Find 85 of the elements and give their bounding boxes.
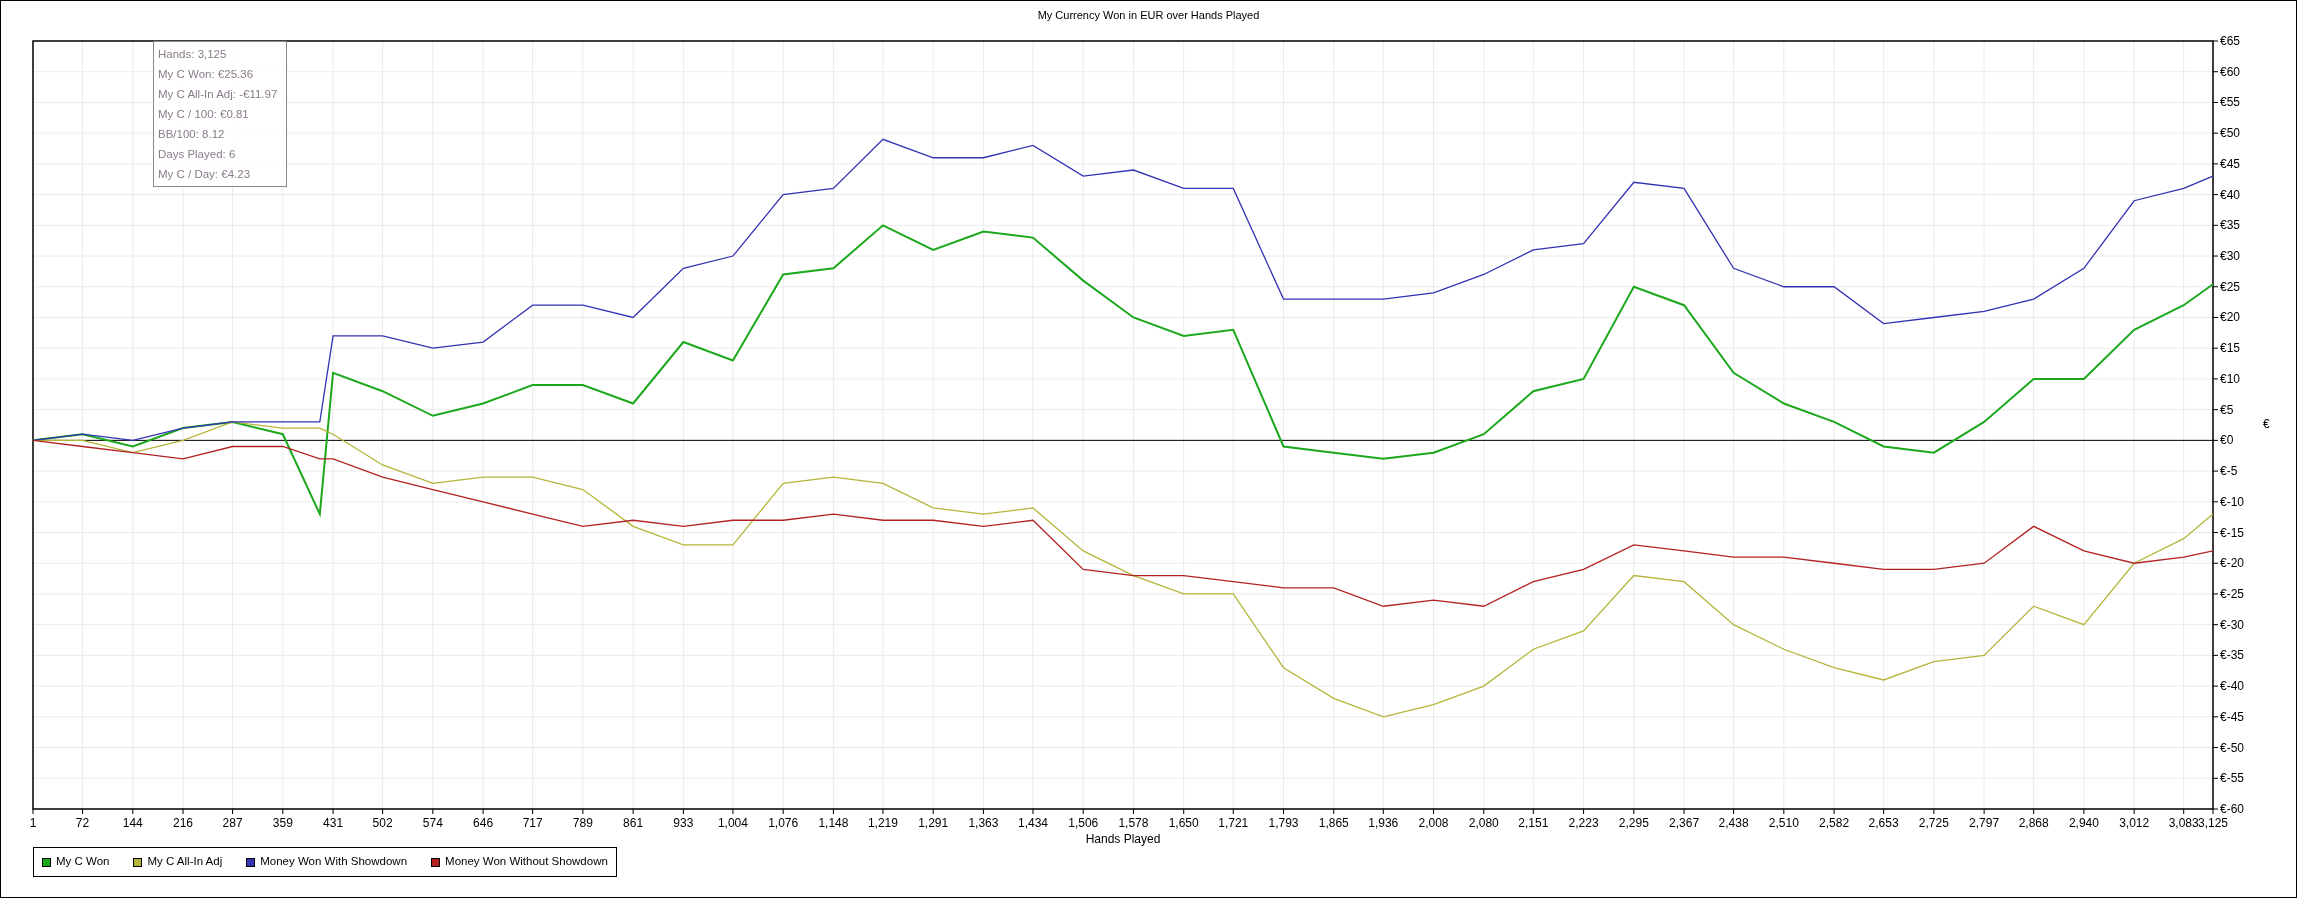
x-tick-label: 1,865 xyxy=(1318,816,1349,830)
tooltip-line: Hands: 3,125 xyxy=(158,47,228,62)
legend-label: My C Won xyxy=(56,854,110,870)
x-tick-label: 1,936 xyxy=(1368,816,1399,830)
x-tick-label: 1,721 xyxy=(1218,816,1249,830)
x-axis-title: Hands Played xyxy=(1085,832,1161,846)
x-tick-label: 1,219 xyxy=(867,816,898,830)
y-tick-label: €40 xyxy=(2220,187,2241,202)
x-tick-label: 502 xyxy=(372,816,393,830)
x-tick-label: 359 xyxy=(272,816,293,830)
x-tick-label: 1,004 xyxy=(717,816,748,830)
tooltip-line: BB/100: 8.12 xyxy=(158,127,226,142)
x-tick-label: 646 xyxy=(473,816,494,830)
x-tick-label: 789 xyxy=(572,816,593,830)
y-tick-label: €-25 xyxy=(2220,586,2245,601)
y-tick-label: €-15 xyxy=(2220,525,2245,540)
x-tick-label: 1,291 xyxy=(918,816,949,830)
x-tick-label: 1,650 xyxy=(1168,816,1199,830)
y-tick-label: €65 xyxy=(2220,34,2241,48)
y-tick-label: €15 xyxy=(2220,341,2241,356)
y-axis-title: € xyxy=(2263,417,2270,432)
x-tick-label: 3,083 xyxy=(2168,816,2199,830)
x-tick-label: 1,434 xyxy=(1017,816,1048,830)
y-tick-label: €-20 xyxy=(2220,556,2245,571)
x-tick-label: 2,797 xyxy=(1969,816,2000,830)
tooltip-line: My C / 100: €0.81 xyxy=(158,107,250,122)
x-tick-label: 2,080 xyxy=(1468,816,1499,830)
x-tick-label: 2,868 xyxy=(2018,816,2049,830)
x-tick-label: 1,506 xyxy=(1068,816,1099,830)
y-tick-label: €-60 xyxy=(2220,802,2245,816)
x-tick-label: 3,012 xyxy=(2119,816,2150,830)
y-tick-label: €30 xyxy=(2220,249,2241,264)
y-tick-label: €5 xyxy=(2220,402,2234,417)
x-tick-label: 1,363 xyxy=(968,816,999,830)
y-tick-label: €-50 xyxy=(2220,740,2245,755)
x-tick-label: 2,008 xyxy=(1418,816,1449,830)
y-tick-label: €35 xyxy=(2220,218,2241,233)
x-tick-label: 2,510 xyxy=(1768,816,1799,830)
legend-label: Money Won Without Showdown xyxy=(445,854,608,870)
x-tick-label: 2,725 xyxy=(1918,816,1949,830)
x-tick-label: 2,223 xyxy=(1568,816,1599,830)
legend-label: My C All-In Adj xyxy=(147,854,223,870)
x-tick-label: 1,148 xyxy=(818,816,849,830)
x-tick-label: 1 xyxy=(29,816,37,830)
x-tick-label: 431 xyxy=(323,816,344,830)
legend-label: Money Won With Showdown xyxy=(260,854,408,870)
x-tick-label: 574 xyxy=(422,816,443,830)
y-tick-label: €-30 xyxy=(2220,617,2245,632)
y-tick-label: €-45 xyxy=(2220,709,2245,724)
y-tick-label: €60 xyxy=(2220,64,2241,79)
x-tick-label: 717 xyxy=(522,816,543,830)
y-tick-label: €55 xyxy=(2220,95,2241,110)
x-tick-label: 2,367 xyxy=(1669,816,1700,830)
x-tick-label: 2,940 xyxy=(2068,816,2099,830)
x-tick-label: 1,076 xyxy=(768,816,799,830)
x-tick-label: 2,582 xyxy=(1819,816,1850,830)
y-tick-label: €10 xyxy=(2220,371,2241,386)
x-tick-label: 2,438 xyxy=(1718,816,1749,830)
x-tick-label: 861 xyxy=(623,816,644,830)
y-tick-label: €-10 xyxy=(2220,494,2245,509)
x-tick-label: 144 xyxy=(122,816,143,830)
y-tick-label: €0 xyxy=(2220,433,2234,448)
tooltip-line: My C Won: €25.36 xyxy=(158,67,255,82)
y-tick-label: €25 xyxy=(2220,279,2241,294)
x-tick-label: 3,125 xyxy=(2198,816,2228,830)
x-tick-label: 1,578 xyxy=(1118,816,1149,830)
tooltip-line: Days Played: 6 xyxy=(158,147,237,162)
tooltip-line: My C All-In Adj: -€11.97 xyxy=(158,87,279,102)
x-tick-label: 2,653 xyxy=(1868,816,1899,830)
x-tick-label: 72 xyxy=(75,816,90,830)
x-tick-label: 2,295 xyxy=(1618,816,1649,830)
x-tick-label: 1,793 xyxy=(1268,816,1299,830)
chart-title: My Currency Won in EUR over Hands Played xyxy=(1037,7,1260,23)
y-tick-label: €-5 xyxy=(2220,464,2238,479)
y-tick-label: €50 xyxy=(2220,126,2241,141)
y-tick-label: €45 xyxy=(2220,156,2241,171)
x-tick-label: 933 xyxy=(673,816,694,830)
y-tick-label: €-40 xyxy=(2220,679,2245,694)
tooltip-line: My C / Day: €4.23 xyxy=(158,167,252,182)
x-tick-label: 287 xyxy=(222,816,243,830)
x-tick-label: 216 xyxy=(173,816,194,830)
y-tick-label: €20 xyxy=(2220,310,2241,325)
y-tick-label: €-55 xyxy=(2220,771,2245,786)
x-tick-label: 2,151 xyxy=(1518,816,1549,830)
y-tick-label: €-35 xyxy=(2220,648,2245,663)
